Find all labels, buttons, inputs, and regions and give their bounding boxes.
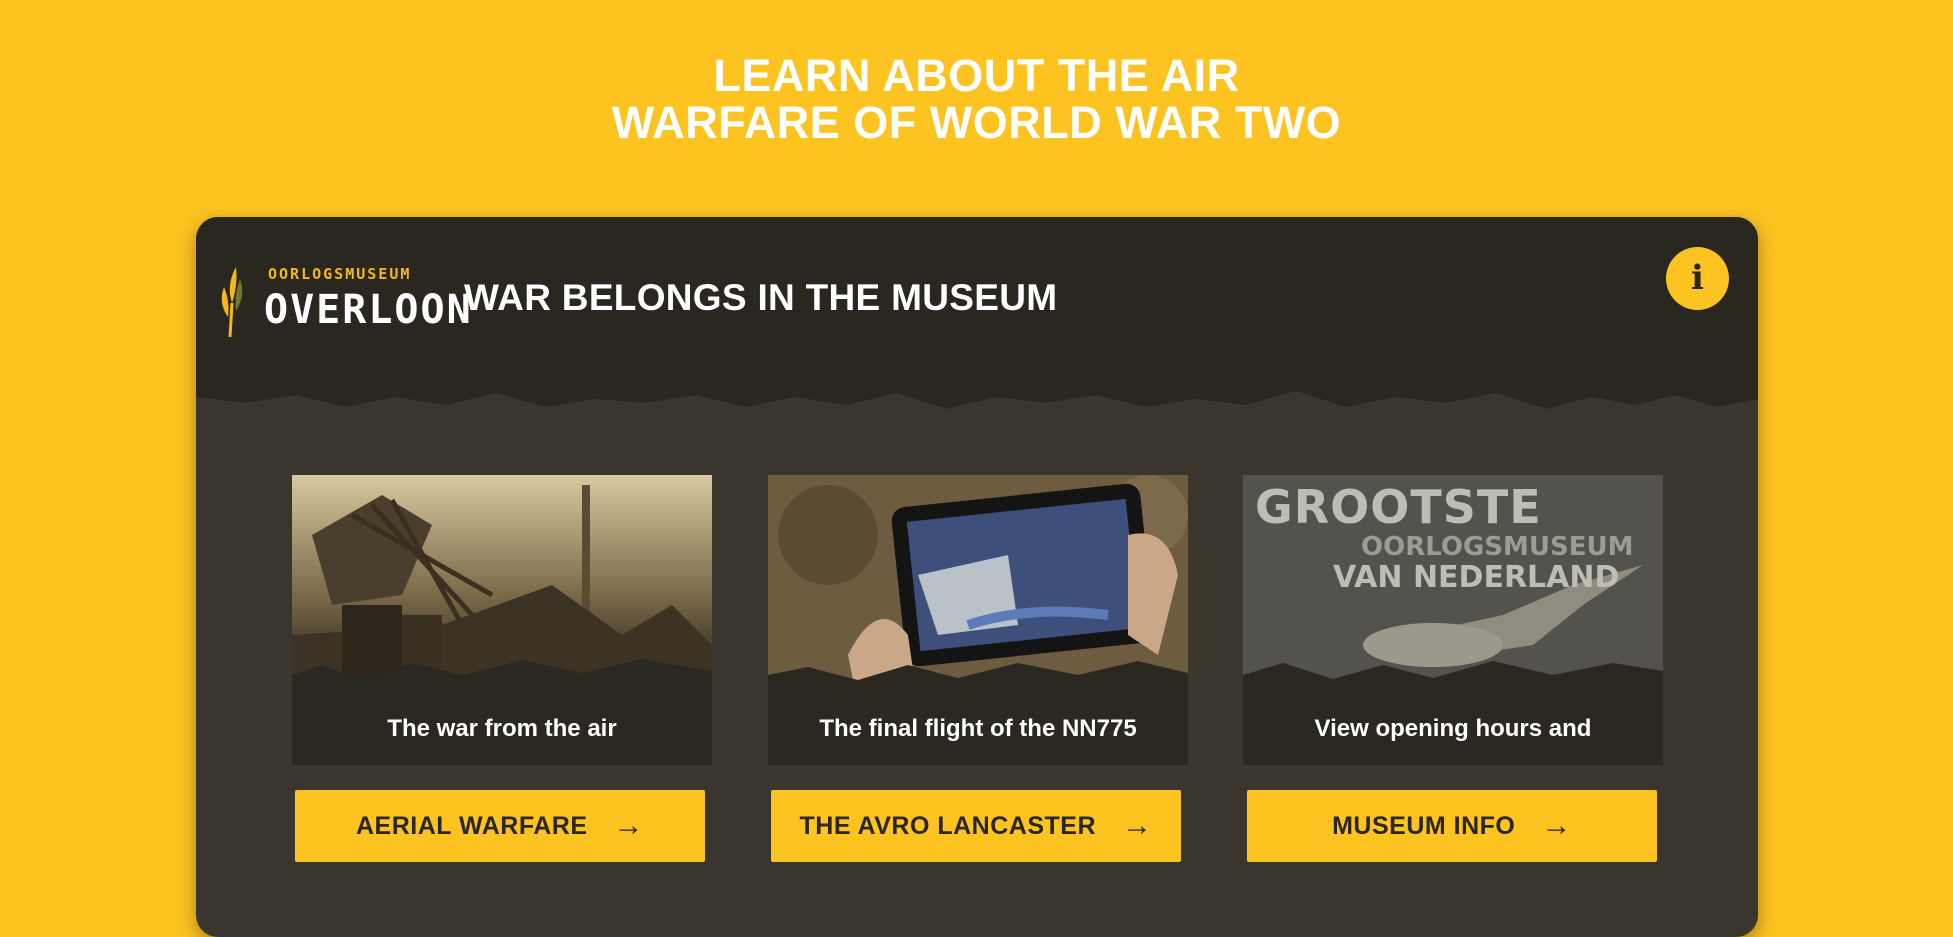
wheat-logo-icon bbox=[221, 267, 243, 337]
overloon-logo[interactable]: OORLOGSMUSEUM OVERLOON bbox=[218, 257, 471, 357]
headline-line-2: WARFARE OF WORLD WAR TWO bbox=[611, 97, 1342, 148]
tile-museum-info[interactable]: GROOTSTE OORLOGSMUSEUM VAN NEDERLAND Vie… bbox=[1243, 475, 1663, 765]
arrow-right-icon: → bbox=[1541, 809, 1572, 842]
button-label: AERIAL WARFARE bbox=[355, 811, 588, 840]
poster-line-2: OORLOGSMUSEUM bbox=[1361, 532, 1634, 562]
aerial-warfare-button[interactable]: AERIAL WARFARE → bbox=[295, 790, 705, 862]
tile-avro-lancaster[interactable]: The final flight of the NN775 bbox=[768, 475, 1188, 765]
poster-line-3: VAN NEDERLAND bbox=[1333, 560, 1619, 595]
logo-subtitle: OORLOGSMUSEUM bbox=[268, 265, 412, 283]
tile-caption: The war from the air bbox=[387, 715, 617, 742]
arrow-right-icon: → bbox=[613, 809, 645, 842]
tile-caption: The final flight of the NN775 bbox=[819, 715, 1137, 742]
logo-title: OVERLOON bbox=[264, 287, 473, 333]
poster-line-1: GROOTSTE bbox=[1255, 480, 1542, 534]
button-label: THE AVRO LANCASTER bbox=[799, 811, 1096, 840]
tile-caption: View opening hours and bbox=[1314, 715, 1592, 742]
page-headline: LEARN ABOUT THE AIR WARFARE OF WORLD WAR… bbox=[0, 52, 1953, 146]
button-label: MUSEUM INFO bbox=[1332, 811, 1516, 840]
info-button[interactable]: i bbox=[1666, 247, 1729, 310]
header-tagline: WAR BELONGS IN THE MUSEUM bbox=[464, 277, 1058, 318]
app-card: OORLOGSMUSEUM OVERLOON WAR BELONGS IN TH… bbox=[196, 217, 1758, 937]
torn-edge-divider bbox=[196, 377, 1758, 409]
avro-lancaster-button[interactable]: THE AVRO LANCASTER → bbox=[771, 790, 1181, 862]
arrow-right-icon: → bbox=[1122, 809, 1153, 842]
info-icon: i bbox=[1691, 258, 1704, 298]
headline-line-1: LEARN ABOUT THE AIR bbox=[713, 50, 1240, 101]
museum-info-button[interactable]: MUSEUM INFO → bbox=[1247, 790, 1657, 862]
tile-aerial-warfare[interactable]: The war from the air bbox=[292, 475, 712, 765]
